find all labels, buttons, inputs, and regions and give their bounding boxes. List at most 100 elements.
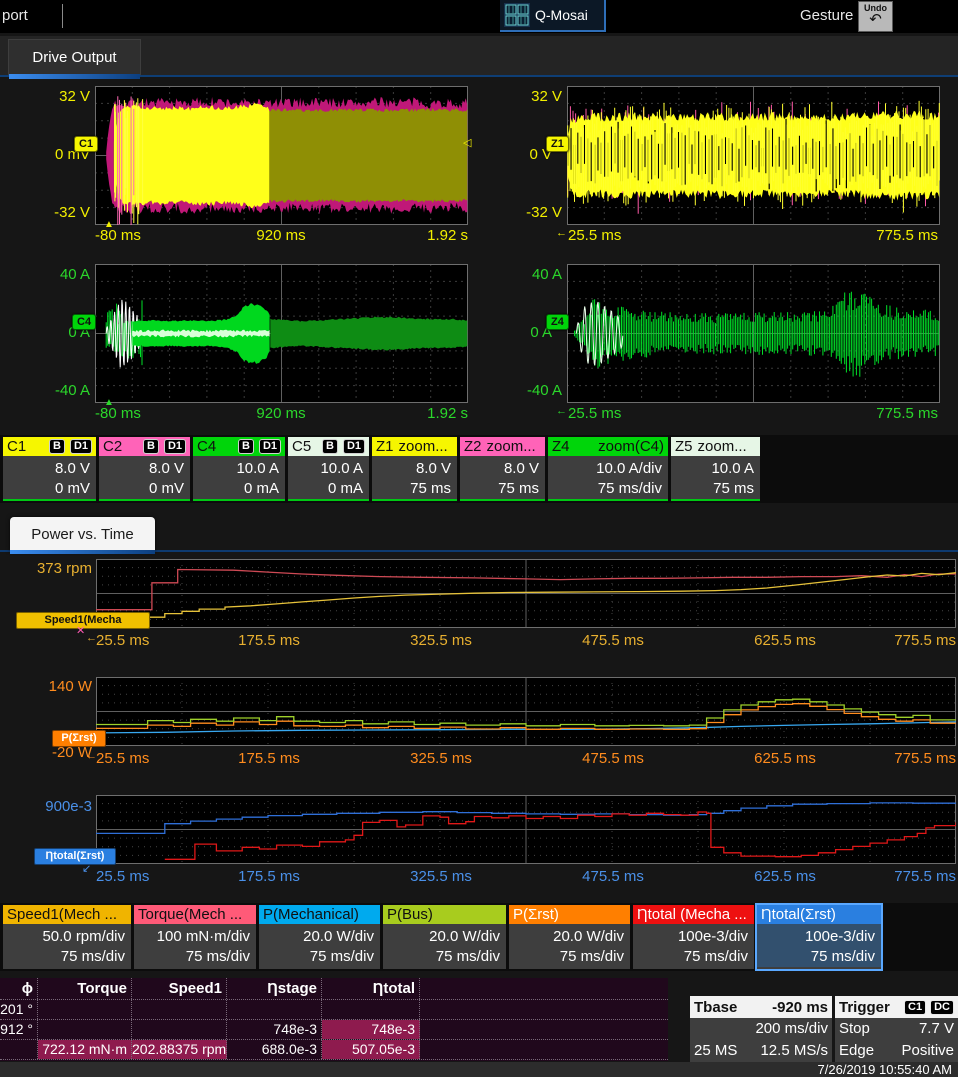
- timebase-samples: 25 MS: [694, 1040, 737, 1062]
- column-header-phi: ϕ: [0, 978, 38, 999]
- cell-eta-stage: 688.0e-3: [227, 1040, 322, 1059]
- strip-top-scale-label: 373 rpm: [28, 560, 92, 577]
- y-axis-label: 40 A: [30, 266, 90, 283]
- y-axis-label: -40 A: [502, 382, 562, 399]
- math-name: Speed1(Mech ...: [7, 906, 117, 923]
- waveform-grid-c1[interactable]: [95, 86, 468, 225]
- menu-item-support[interactable]: port: [2, 7, 28, 24]
- vertical-scale: 10.0 A: [671, 459, 754, 479]
- timebase-box[interactable]: Tbase -920 ms 200 ms/div 25 MS12.5 MS/s: [690, 996, 832, 1062]
- bandwidth-badge: B: [143, 439, 159, 454]
- descriptor-c4[interactable]: C4 B D1 10.0 A0 mA: [193, 437, 285, 501]
- qmosaic-button[interactable]: Q-Mosai: [500, 0, 606, 32]
- channel-descriptor-row: C1 B D1 8.0 V0 mV C2 B D1 8.0 V0 mV C4 B…: [0, 435, 958, 503]
- pan-left-arrow: ←: [556, 228, 567, 239]
- zoom-suffix: zoom...: [487, 438, 536, 455]
- math-name: Torque(Mech ...: [138, 906, 242, 923]
- cell-torque: [38, 1000, 132, 1019]
- vertical-scale: 8.0 V: [99, 459, 184, 479]
- channel-offset-badge-z4[interactable]: Z4: [546, 314, 569, 330]
- digital-badge: D1: [164, 439, 186, 454]
- x-axis-label: 175.5 ms: [229, 632, 309, 649]
- descriptor-c1[interactable]: C1 B D1 8.0 V0 mV: [3, 437, 96, 501]
- x-axis-label: 325.5 ms: [401, 632, 481, 649]
- column-header-eta-stage: Ƞstage: [227, 978, 322, 999]
- tab-drive-output[interactable]: Drive Output: [8, 39, 141, 75]
- bandwidth-badge: B: [322, 439, 338, 454]
- undo-arrow-icon: ↶: [859, 13, 892, 27]
- descriptor-torque[interactable]: Torque(Mech ... 100 mN·m/div75 ms/div: [134, 905, 256, 969]
- descriptor-p-mechanical[interactable]: P(Mechanical) 20.0 W/div75 ms/div: [259, 905, 380, 969]
- x-axis-label: 175.5 ms: [229, 868, 309, 885]
- x-axis-label: 1.92 s: [388, 405, 468, 422]
- channel-name: C1: [7, 438, 26, 455]
- measurement-table: ϕ Torque Speed1 Ƞstage Ƞtotal 4201 ° 491…: [0, 978, 668, 1061]
- vertical-scale: 10.0 A: [193, 459, 279, 479]
- digital-badge: D1: [70, 439, 92, 454]
- time-scale: 75 ms: [671, 479, 754, 499]
- channel-name: Z2: [464, 438, 482, 455]
- zoom-suffix: zoom...: [698, 438, 747, 455]
- cell-phi: 4912 °: [0, 1020, 38, 1039]
- descriptor-c5[interactable]: C5 B D1 10.0 A0 mA: [288, 437, 369, 501]
- y-axis-label: 0 V: [492, 146, 552, 163]
- math-name: Ƞtotal(Σrst): [761, 906, 836, 923]
- channel-name: Z4: [552, 438, 570, 455]
- strip-top-scale-label: 900e-3: [28, 798, 92, 815]
- trigger-box[interactable]: Trigger C1 DC Stop7.7 V EdgePositive: [835, 996, 958, 1062]
- strip-efficiency[interactable]: [96, 795, 956, 864]
- channel-offset-badge-c1[interactable]: C1: [74, 136, 98, 152]
- descriptor-p-bus[interactable]: P(Bus) 20.0 W/div75 ms/div: [383, 905, 506, 969]
- descriptor-c2[interactable]: C2 B D1 8.0 V0 mV: [99, 437, 190, 501]
- trigger-type: Edge: [839, 1040, 874, 1062]
- trigger-level-marker[interactable]: ◁: [463, 138, 471, 149]
- oscilloscope-screen: port Q-Mosai Gesture Undo ↶ Drive Output…: [0, 0, 958, 1077]
- x-axis-label: 625.5 ms: [745, 750, 825, 767]
- descriptor-p-sigma-rst[interactable]: P(Σrst) 20.0 W/div75 ms/div: [509, 905, 630, 969]
- trigger-mode: Stop: [839, 1018, 870, 1040]
- time-scale: 75 ms/div: [134, 947, 250, 967]
- math-name: P(Mechanical): [263, 906, 359, 923]
- zoom-suffix: zoom...: [399, 438, 448, 455]
- channel-offset-badge-z1[interactable]: Z1: [546, 136, 569, 152]
- vertical-scale: 20.0 W/div: [259, 927, 374, 947]
- time-scale: 75 ms/div: [548, 479, 662, 499]
- time-scale: 75 ms/div: [633, 947, 748, 967]
- time-scale: 75 ms: [372, 479, 451, 499]
- column-header-speed1: Speed1: [132, 978, 227, 999]
- channel-name: C2: [103, 438, 122, 455]
- tab-power-vs-time[interactable]: Power vs. Time: [10, 517, 155, 551]
- descriptor-z4[interactable]: Z4 zoom(C4) 10.0 A/div75 ms/div: [548, 437, 668, 501]
- descriptor-eta-total-mech[interactable]: Ƞtotal (Mecha ... 100e-3/div75 ms/div: [633, 905, 754, 969]
- descriptor-speed1[interactable]: Speed1(Mech ... 50.0 rpm/div75 ms/div: [3, 905, 131, 969]
- vertical-scale: 100 mN·m/div: [134, 927, 250, 947]
- descriptor-z5[interactable]: Z5 zoom... 10.0 A75 ms: [671, 437, 760, 501]
- time-scale: 75 ms/div: [757, 947, 875, 967]
- cell-speed1: [132, 1020, 227, 1039]
- descriptor-eta-total-sigma-rst[interactable]: Ƞtotal(Σrst) 100e-3/div75 ms/div: [757, 905, 881, 969]
- math-name: P(Σrst): [513, 906, 559, 923]
- strip-speed-torque[interactable]: [96, 559, 956, 628]
- strip-badge-eta-total[interactable]: Ƞtotal(Σrst): [34, 848, 116, 865]
- trigger-slope: Positive: [901, 1040, 954, 1062]
- undo-button[interactable]: Undo ↶: [858, 1, 893, 32]
- channel-offset-badge-c4[interactable]: C4: [72, 314, 96, 330]
- descriptor-z2[interactable]: Z2 zoom... 8.0 V75 ms: [460, 437, 545, 501]
- cursor-x-marker: ✕: [76, 626, 85, 637]
- x-axis-label: 775.5 ms: [858, 405, 938, 422]
- trigger-level: 7.7 V: [919, 1018, 954, 1040]
- waveform-grid-z1[interactable]: [567, 86, 940, 225]
- vertical-scale: 8.0 V: [3, 459, 90, 479]
- vertical-scale: 10.0 A: [288, 459, 363, 479]
- y-axis-label: 40 A: [502, 266, 562, 283]
- cell-speed1: [132, 1000, 227, 1019]
- trigger-source-badge: C1: [904, 1000, 926, 1015]
- x-axis-label: 325.5 ms: [401, 868, 481, 885]
- waveform-grid-c4[interactable]: [95, 264, 468, 403]
- table-row: 4201 °: [0, 1000, 668, 1020]
- strip-power[interactable]: [96, 677, 956, 746]
- x-axis-label: 775.5 ms: [858, 227, 938, 244]
- descriptor-z1[interactable]: Z1 zoom... 8.0 V75 ms: [372, 437, 457, 501]
- column-header-eta-total: Ƞtotal: [322, 978, 420, 999]
- waveform-grid-z4[interactable]: [567, 264, 940, 403]
